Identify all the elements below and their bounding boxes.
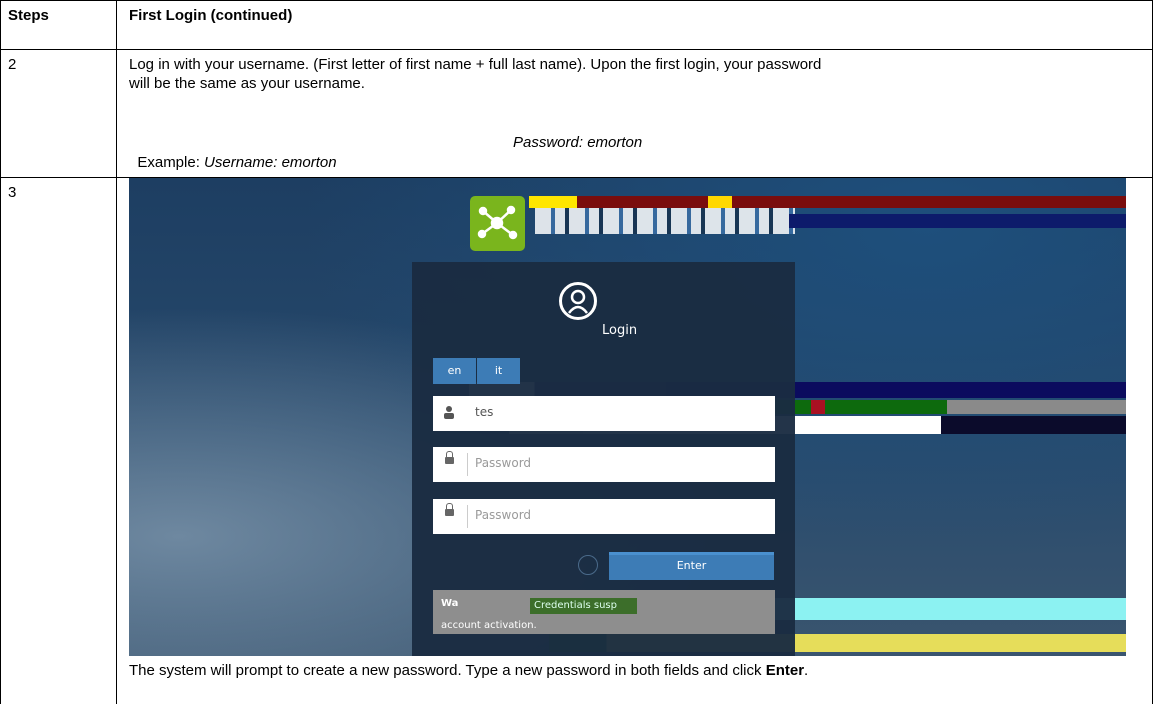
- lock-icon: [445, 451, 454, 464]
- caption-text: The system will prompt to create a new p…: [129, 662, 766, 679]
- header-row-border: [0, 49, 1153, 50]
- user-circle-icon: [559, 282, 597, 320]
- example-prefix: Example:: [137, 154, 205, 171]
- field-separator: [467, 453, 468, 476]
- section-title: First Login (continued): [129, 7, 293, 24]
- example-username: Username: emorton: [204, 154, 337, 171]
- lock-icon: [445, 503, 454, 516]
- language-en-button[interactable]: en: [433, 358, 476, 384]
- login-screenshot: Login en it tes Password Password Enter …: [129, 178, 1126, 656]
- username-value: tes: [475, 405, 494, 419]
- image-artifact: [947, 400, 1126, 414]
- loading-indicator: [578, 555, 598, 575]
- warning-message: Wa Credentials susp account activation.: [433, 590, 775, 634]
- field-separator: [467, 505, 468, 528]
- table-left-border: [0, 0, 1, 704]
- step-number: 2: [8, 56, 17, 73]
- image-artifact: [789, 214, 1126, 228]
- brand-wordmark: [535, 208, 795, 234]
- warning-activation-text: account activation.: [441, 620, 537, 631]
- new-password-field[interactable]: Password: [433, 447, 775, 482]
- step-instruction-line1: Log in with your username. (First letter…: [129, 56, 822, 73]
- login-title: Login: [602, 323, 638, 338]
- example-line: Example: Username: emorton: [129, 133, 337, 173]
- warning-prefix: Wa: [441, 598, 459, 609]
- warning-credentials-text: Credentials susp: [530, 598, 637, 614]
- image-artifact: [529, 196, 1126, 208]
- network-logo-icon: [470, 196, 525, 251]
- new-password-placeholder: Password: [475, 456, 532, 470]
- confirm-password-field[interactable]: Password: [433, 499, 775, 534]
- caption-period: .: [804, 662, 809, 679]
- caption-enter-bold: Enter: [765, 662, 805, 679]
- example-password: Password: emorton: [513, 134, 643, 151]
- enter-button[interactable]: Enter: [609, 552, 774, 580]
- confirm-password-placeholder: Password: [475, 508, 532, 522]
- language-it-button[interactable]: it: [477, 358, 520, 384]
- username-field[interactable]: tes: [433, 396, 775, 431]
- table-top-border: [0, 0, 1153, 1]
- step-number: 3: [8, 184, 17, 201]
- user-icon: [444, 405, 454, 419]
- steps-header: Steps: [8, 7, 49, 24]
- column-divider: [116, 0, 117, 704]
- step-caption: The system will prompt to create a new p…: [129, 661, 808, 681]
- step-instruction-line2: will be the same as your username.: [129, 75, 365, 92]
